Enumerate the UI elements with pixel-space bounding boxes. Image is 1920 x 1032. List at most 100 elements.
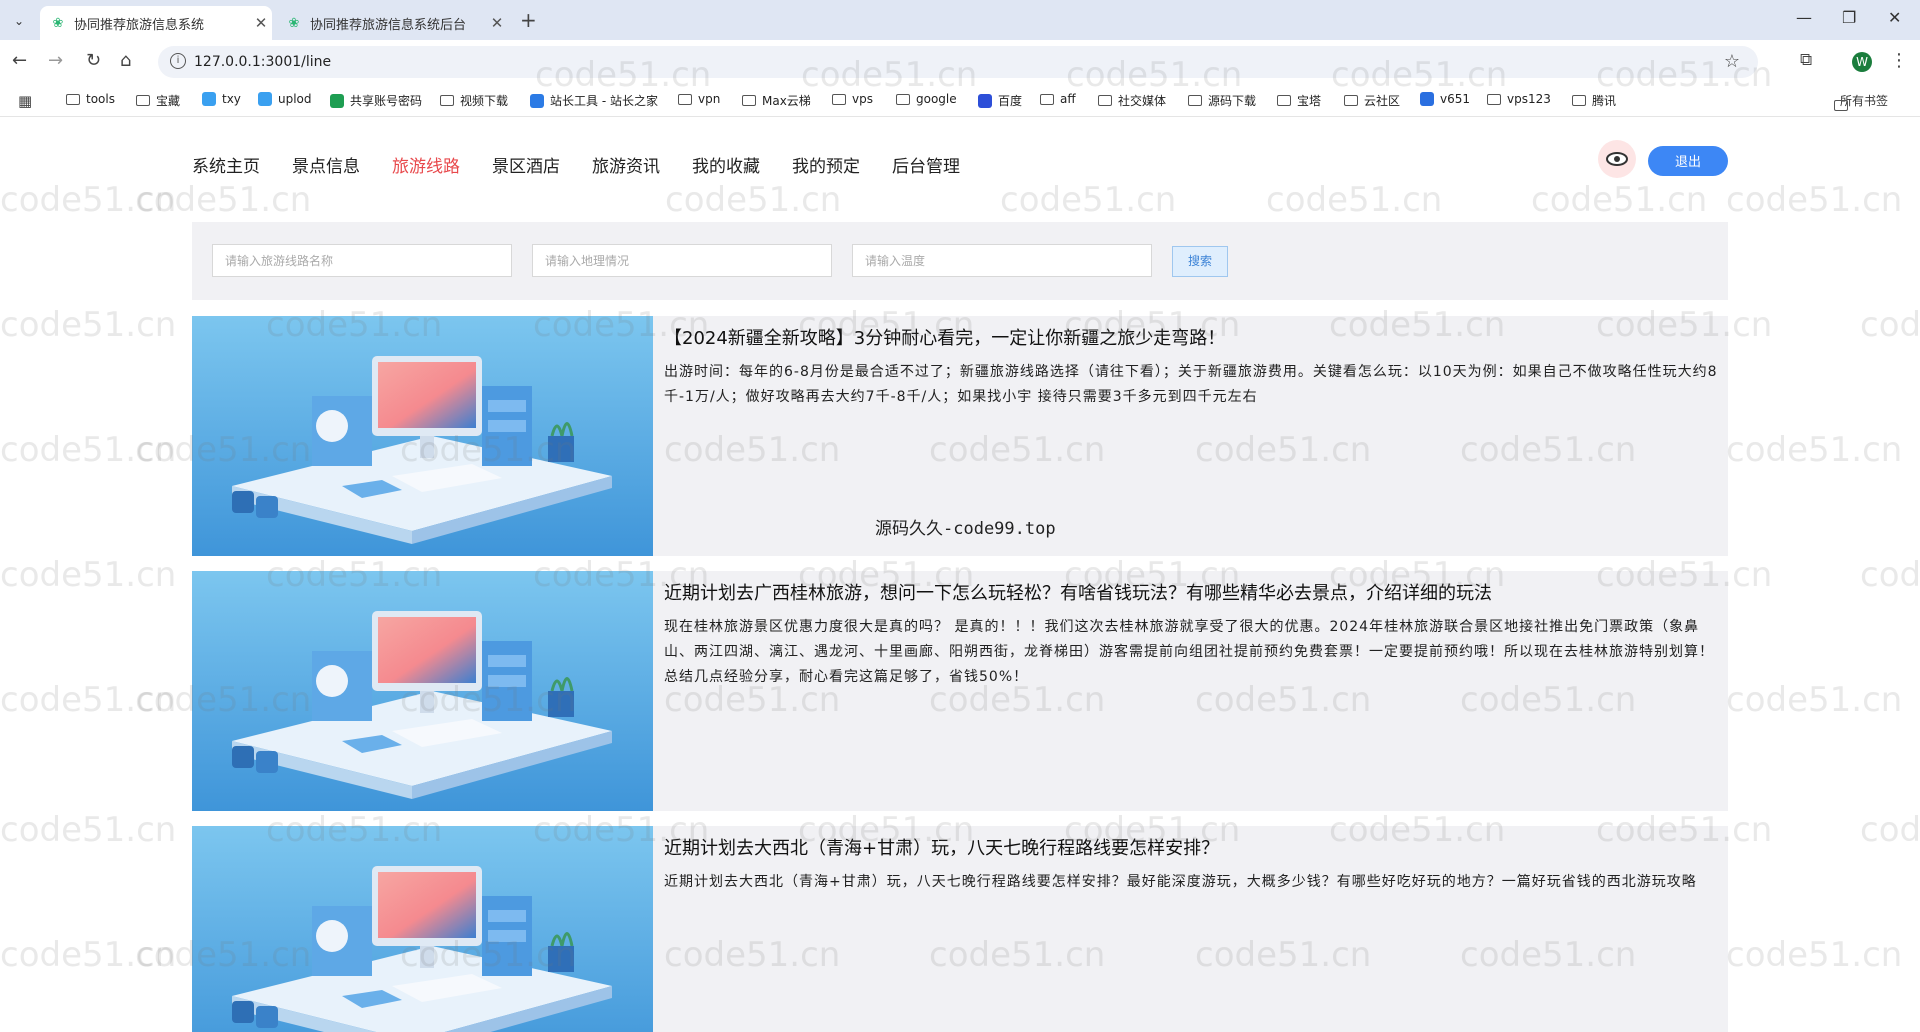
bookmark-item[interactable]: 宝藏 (136, 92, 180, 109)
search-panel: 搜索 (192, 222, 1728, 300)
geography-input[interactable] (532, 244, 832, 277)
bookmark-label: uplod (278, 92, 312, 106)
close-tab-icon[interactable]: ✕ (250, 14, 272, 32)
folder-icon (1277, 95, 1291, 106)
site-favicon-icon: ❀ (288, 15, 300, 31)
temperature-input[interactable] (852, 244, 1152, 277)
nav-attractions[interactable]: 景点信息 (292, 152, 360, 177)
folder-icon (832, 93, 846, 105)
bookmark-item[interactable]: vps123 (1487, 92, 1551, 106)
close-window-icon[interactable]: ✕ (1888, 8, 1901, 27)
tab-title: 协同推荐旅游信息系统 (74, 17, 205, 33)
more-menu-icon[interactable]: ⋮ (1890, 50, 1908, 71)
site-favicon-icon: ❀ (52, 15, 64, 31)
bookmark-item[interactable]: 腾讯 (1572, 92, 1616, 109)
folder-icon (1040, 93, 1054, 105)
site-info-icon[interactable]: i (170, 53, 186, 69)
bookmark-item[interactable]: txy (202, 92, 241, 106)
bookmark-label: 百度 (998, 94, 1023, 108)
user-avatar[interactable] (1598, 140, 1636, 178)
route-image[interactable] (192, 826, 653, 1032)
route-image[interactable] (192, 316, 653, 556)
nav-admin[interactable]: 后台管理 (892, 152, 960, 177)
site-icon (530, 93, 544, 108)
folder-icon (136, 95, 150, 106)
route-name-input[interactable] (212, 244, 512, 277)
apps-grid-icon[interactable]: ▦ (18, 92, 32, 110)
nav-favorites[interactable]: 我的收藏 (692, 152, 760, 177)
bookmark-item[interactable]: google (896, 92, 957, 106)
bookmark-item[interactable]: 源码下载 (1188, 92, 1256, 109)
profile-avatar[interactable]: W (1852, 52, 1872, 72)
watermark-text: code51.cn (1860, 305, 1920, 345)
bookmark-item[interactable]: 共享账号密码 (330, 92, 422, 109)
nav-news[interactable]: 旅游资讯 (592, 152, 660, 177)
watermark-text: code51.cn (1726, 680, 1903, 720)
forward-icon[interactable]: → (48, 50, 63, 71)
sheet-icon (330, 93, 344, 108)
bookmark-label: 云社区 (1364, 94, 1401, 108)
bookmark-item[interactable]: vpn (678, 92, 720, 106)
nav-routes[interactable]: 旅游线路 (392, 152, 460, 177)
reload-icon[interactable]: ↻ (86, 50, 101, 71)
bookmark-item[interactable]: 视频下载 (440, 92, 508, 109)
bookmark-item[interactable]: uplod (258, 92, 312, 106)
route-image[interactable] (192, 571, 653, 811)
bookmark-item[interactable]: aff (1040, 92, 1076, 106)
bookmark-item[interactable]: 百度 (978, 92, 1022, 109)
nav-hotels[interactable]: 景区酒店 (492, 152, 560, 177)
route-card[interactable]: 近期计划去大西北（青海+甘肃）玩，八天七晚行程路线要怎样安排？ 近期计划去大西北… (192, 826, 1728, 1032)
bookmark-item[interactable]: 站长工具 - 站长之家 (530, 92, 658, 109)
route-title[interactable]: 近期计划去大西北（青海+甘肃）玩，八天七晚行程路线要怎样安排？ (664, 834, 1704, 860)
route-description: 出游时间：每年的6-8月份是最合适不过了；新疆旅游线路选择（请往下看）；关于新疆… (664, 364, 1718, 405)
watermark-text: code51.cn (0, 555, 177, 595)
folder-icon (896, 93, 910, 105)
bookmark-label: 站长工具 - 站长之家 (550, 94, 658, 108)
bookmark-item[interactable]: 社交媒体 (1098, 92, 1166, 109)
tab-search-button[interactable]: ⌄ (8, 10, 30, 32)
bookmark-star-icon[interactable]: ☆ (1724, 51, 1740, 72)
route-description: 近期计划去大西北（青海+甘肃）玩，八天七晚行程路线要怎样安排？最好能深度游玩，大… (664, 874, 1697, 890)
cloud-icon (258, 92, 272, 106)
bookmark-item[interactable]: 云社区 (1344, 92, 1400, 109)
v-icon (1420, 92, 1434, 106)
back-icon[interactable]: ← (12, 50, 27, 71)
bookmark-item[interactable]: tools (66, 92, 115, 106)
bookmark-label: 源码下载 (1208, 94, 1257, 108)
address-bar[interactable]: i 127.0.0.1:3001/line ☆ (158, 46, 1758, 78)
source-notice: 源码久久-code99.top (875, 519, 1056, 539)
new-tab-icon[interactable]: + (520, 8, 537, 32)
nav-bookings[interactable]: 我的预定 (792, 152, 860, 177)
watermark-text: code51.cn (0, 305, 177, 345)
bookmark-label: aff (1060, 92, 1076, 106)
tab-backend[interactable]: ❀ 协同推荐旅游信息系统后台 ✕ (276, 6, 508, 40)
route-card[interactable]: 近期计划去广西桂林旅游，想问一下怎么玩轻松？有啥省钱玩法？有哪些精华必去景点，介… (192, 571, 1728, 811)
restore-icon[interactable]: ❐ (1842, 8, 1856, 27)
watermark-text: code51.cn (1860, 555, 1920, 595)
search-button[interactable]: 搜索 (1172, 246, 1228, 277)
extensions-icon[interactable]: ⧉ (1800, 50, 1812, 70)
watermark-text: code51.cn (0, 935, 177, 975)
nav-home[interactable]: 系统主页 (192, 152, 260, 177)
folder-icon (1344, 95, 1358, 106)
route-title[interactable]: 近期计划去广西桂林旅游，想问一下怎么玩轻松？有啥省钱玩法？有哪些精华必去景点，介… (664, 579, 1704, 605)
tab-frontend[interactable]: ❀ 协同推荐旅游信息系统 ✕ (40, 6, 272, 40)
bookmark-label: 宝藏 (156, 94, 181, 108)
watermark-text: code51.cn (0, 810, 177, 850)
bookmark-label: vps123 (1507, 92, 1551, 106)
bookmark-item[interactable]: Max云梯 (742, 92, 811, 109)
bookmark-label: 视频下载 (460, 94, 509, 108)
url-text: 127.0.0.1:3001/line (194, 54, 332, 70)
close-tab-icon[interactable]: ✕ (486, 14, 508, 32)
home-icon[interactable]: ⌂ (120, 50, 131, 71)
watermark-text: code51.cn (0, 430, 177, 470)
all-bookmarks-button[interactable]: 所有书签 (1834, 92, 1888, 111)
minimize-icon[interactable]: — (1796, 8, 1812, 27)
bookmark-item[interactable]: v651 (1420, 92, 1470, 106)
route-title[interactable]: 【2024新疆全新攻略】3分钟耐心看完，一定让你新疆之旅少走弯路！ (664, 324, 1704, 350)
watermark-text: code51.cn (0, 680, 177, 720)
browser-toolbar: ← → ↻ ⌂ i 127.0.0.1:3001/line ☆ (0, 40, 1920, 84)
logout-button[interactable]: 退出 (1648, 146, 1728, 176)
bookmark-item[interactable]: 宝塔 (1277, 92, 1321, 109)
bookmark-item[interactable]: vps (832, 92, 873, 106)
